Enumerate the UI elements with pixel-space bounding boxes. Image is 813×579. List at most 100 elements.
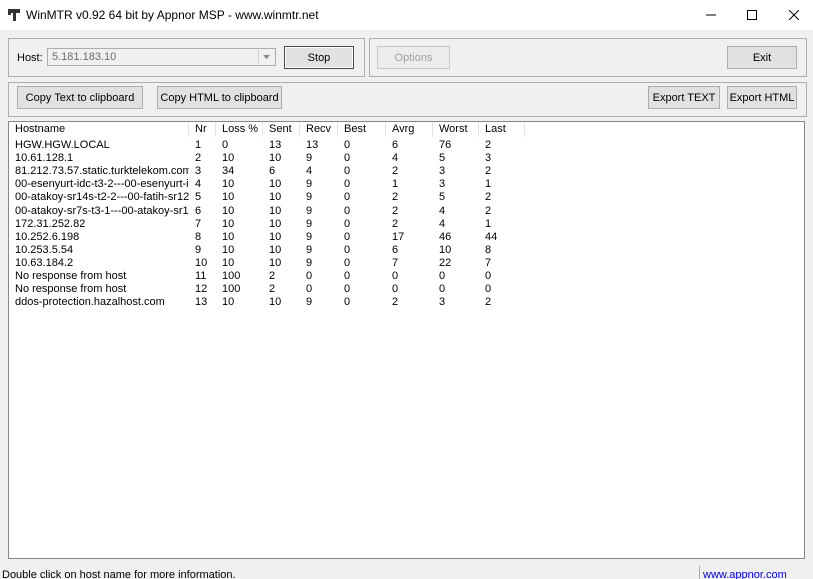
cell-best: 0 xyxy=(344,296,351,309)
cell-last: 2 xyxy=(485,165,492,178)
chevron-down-icon[interactable] xyxy=(258,50,274,64)
cell-recv: 9 xyxy=(306,152,313,165)
cell-nr: 6 xyxy=(195,204,202,217)
cell-hostname: No response from host xyxy=(15,283,127,296)
cell-avrg: 2 xyxy=(392,204,399,217)
cell-recv: 9 xyxy=(306,178,313,191)
column-header-sent[interactable]: Sent xyxy=(263,122,300,137)
cell-worst: 22 xyxy=(439,256,452,269)
host-combobox[interactable]: 5.181.183.10 xyxy=(47,48,276,66)
minimize-button[interactable] xyxy=(688,0,734,30)
column-header-loss[interactable]: Loss % xyxy=(216,122,263,137)
cell-avrg: 1 xyxy=(392,178,399,191)
exit-button[interactable]: Exit xyxy=(727,46,797,69)
export-html-button[interactable]: Export HTML xyxy=(727,86,797,109)
stop-button[interactable]: Stop xyxy=(284,46,354,69)
column-header-last[interactable]: Last xyxy=(479,122,525,137)
status-bar: Double click on host name for more infor… xyxy=(0,566,813,579)
cell-hostname: 00-atakoy-sr7s-t3-1---00-atakoy-sr14s... xyxy=(15,204,189,217)
cell-recv: 9 xyxy=(306,217,313,230)
cell-worst: 76 xyxy=(439,139,452,151)
cell-worst: 5 xyxy=(439,152,446,165)
cell-worst: 0 xyxy=(439,270,446,282)
column-header-best[interactable]: Best xyxy=(338,122,386,137)
copy-text-button[interactable]: Copy Text to clipboard xyxy=(17,86,143,109)
host-label: Host: xyxy=(17,52,43,64)
cell-nr: 11 xyxy=(195,270,207,282)
title-bar[interactable]: WinMTR v0.92 64 bit by Appnor MSP - www.… xyxy=(0,0,813,30)
export-text-button[interactable]: Export TEXT xyxy=(648,86,720,109)
cell-loss: 10 xyxy=(222,204,235,217)
cell-worst: 10 xyxy=(439,243,452,256)
cell-recv: 9 xyxy=(306,256,313,269)
cell-recv: 4 xyxy=(306,165,313,178)
close-button[interactable] xyxy=(771,0,813,30)
table-row[interactable]: HGW.HGW.LOCAL 1 0 13 13 0 6 76 2 xyxy=(9,139,804,152)
table-row[interactable]: No response from host 11 100 2 0 0 0 0 0 xyxy=(9,270,804,283)
cell-last: 1 xyxy=(485,178,492,191)
cell-sent: 2 xyxy=(269,283,276,296)
copy-html-button[interactable]: Copy HTML to clipboard xyxy=(157,86,282,109)
table-row[interactable]: 00-atakoy-sr7s-t3-1---00-atakoy-sr14s...… xyxy=(9,205,804,218)
cell-nr: 7 xyxy=(195,217,202,230)
table-row[interactable]: 10.252.6.198 8 10 10 9 0 17 46 44 xyxy=(9,231,804,244)
cell-avrg: 17 xyxy=(392,230,405,243)
cell-avrg: 6 xyxy=(392,139,399,151)
cell-hostname: HGW.HGW.LOCAL xyxy=(15,139,110,151)
cell-sent: 10 xyxy=(269,243,282,256)
maximize-icon xyxy=(747,10,757,20)
cell-best: 0 xyxy=(344,283,351,296)
cell-best: 0 xyxy=(344,178,351,191)
cell-nr: 8 xyxy=(195,230,202,243)
cell-best: 0 xyxy=(344,217,351,230)
column-header-recv[interactable]: Recv xyxy=(300,122,338,137)
cell-nr: 10 xyxy=(195,256,208,269)
table-row[interactable]: 172.31.252.82 7 10 10 9 0 2 4 1 xyxy=(9,218,804,231)
cell-last: 3 xyxy=(485,152,492,165)
table-row[interactable]: 00-esenyurt-idc-t3-2---00-esenyurt-idc..… xyxy=(9,178,804,191)
table-row[interactable]: 81.212.73.57.static.turktelekom.com.tr 3 3… xyxy=(9,165,804,178)
cell-sent: 2 xyxy=(269,270,276,282)
maximize-button[interactable] xyxy=(729,0,775,30)
minimize-icon xyxy=(706,14,716,16)
results-table[interactable]: Hostname Nr Loss % Sent Recv Best Avrg Worst Las… xyxy=(8,121,805,559)
cell-worst: 3 xyxy=(439,178,446,191)
table-row[interactable]: 10.253.5.54 9 10 10 9 0 6 10 8 xyxy=(9,244,804,257)
cell-avrg: 6 xyxy=(392,243,399,256)
table-row[interactable]: 10.61.128.1 2 10 10 9 0 4 5 3 xyxy=(9,152,804,165)
cell-loss: 10 xyxy=(222,243,235,256)
cell-sent: 10 xyxy=(269,296,282,309)
cell-sent: 6 xyxy=(269,165,276,178)
cell-worst: 3 xyxy=(439,165,446,178)
column-header-nr[interactable]: Nr xyxy=(189,122,216,137)
column-header-avrg[interactable]: Avrg xyxy=(386,122,433,137)
cell-avrg: 0 xyxy=(392,270,399,282)
cell-avrg: 2 xyxy=(392,191,399,204)
column-header-hostname[interactable]: Hostname xyxy=(9,122,189,137)
column-header-worst[interactable]: Worst xyxy=(433,122,479,137)
cell-loss: 100 xyxy=(222,270,241,282)
cell-last: 2 xyxy=(485,296,492,309)
cell-last: 2 xyxy=(485,191,492,204)
cell-hostname: 10.253.5.54 xyxy=(15,243,74,256)
cell-hostname: ddos-protection.hazalhost.com xyxy=(15,296,165,309)
options-button[interactable]: Options xyxy=(377,46,450,69)
cell-best: 0 xyxy=(344,204,351,217)
cell-sent: 10 xyxy=(269,217,282,230)
table-row[interactable]: No response from host 12 100 2 0 0 0 0 0 xyxy=(9,283,804,296)
cell-best: 0 xyxy=(344,230,351,243)
appnor-link[interactable]: www.appnor.com xyxy=(703,569,787,579)
table-row[interactable]: 00-atakoy-sr14s-t2-2---00-fatih-sr12e-t.… xyxy=(9,191,804,204)
table-row[interactable]: ddos-protection.hazalhost.com 13 10 10 9 0 2 3 2 xyxy=(9,296,804,309)
cell-nr: 12 xyxy=(195,283,208,296)
cell-hostname: 172.31.252.82 xyxy=(15,217,86,230)
cell-loss: 10 xyxy=(222,296,235,309)
cell-recv: 9 xyxy=(306,204,313,217)
cell-best: 0 xyxy=(344,243,351,256)
cell-loss: 34 xyxy=(222,165,235,178)
cell-worst: 4 xyxy=(439,217,446,230)
table-row[interactable]: 10.63.184.2 10 10 10 9 0 7 22 7 xyxy=(9,257,804,270)
status-text: Double click on host name for more infor… xyxy=(2,569,236,579)
cell-worst: 0 xyxy=(439,283,446,296)
cell-avrg: 0 xyxy=(392,283,399,296)
